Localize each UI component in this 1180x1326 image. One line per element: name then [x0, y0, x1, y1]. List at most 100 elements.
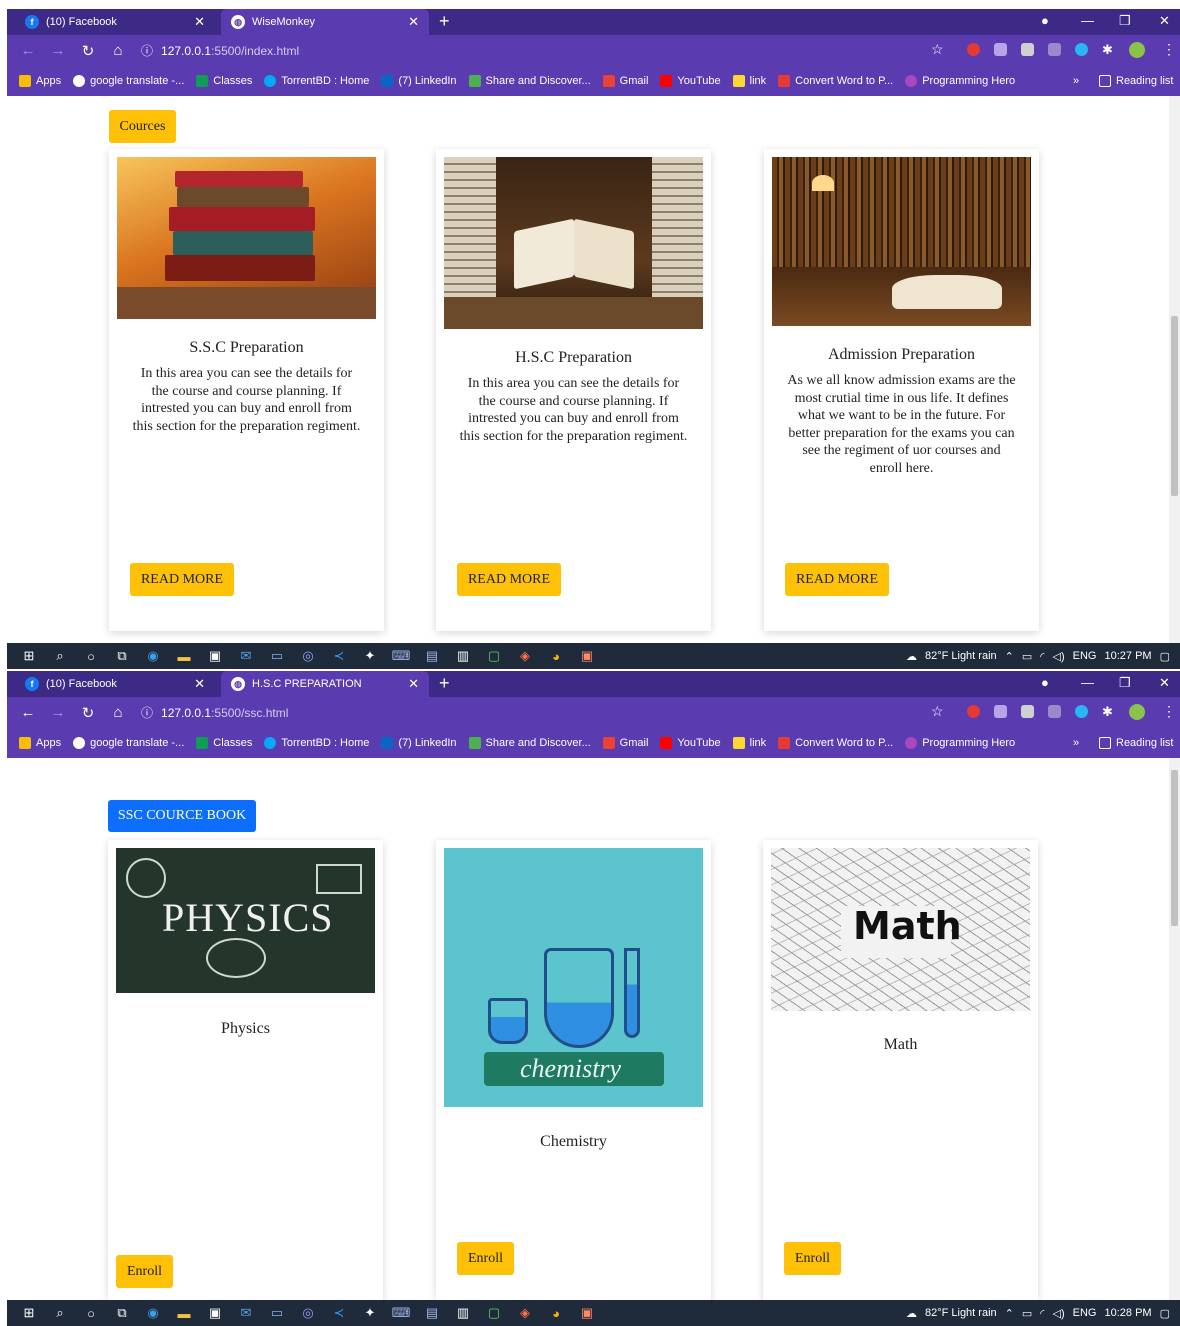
extension-icon[interactable]	[1048, 705, 1061, 718]
bookmarks-overflow-icon[interactable]: »	[1073, 75, 1079, 87]
app-icon[interactable]: ▢	[485, 648, 503, 664]
search-icon[interactable]: ⌕	[51, 648, 69, 664]
store-icon[interactable]: ▣	[206, 648, 224, 664]
bookmark-linkedin[interactable]: (7) LinkedIn	[381, 75, 457, 87]
bookmark-classes[interactable]: Classes	[196, 75, 252, 87]
close-icon[interactable]: ✕	[408, 676, 419, 692]
task-view-icon[interactable]: ⧉	[113, 648, 131, 664]
weather-text[interactable]: 82°F Light rain	[925, 650, 997, 662]
store-icon[interactable]: ▣	[206, 1305, 224, 1321]
courses-button[interactable]: Cources	[109, 110, 176, 143]
edge-icon[interactable]: ◉	[144, 1305, 162, 1321]
bookmark-torrentbd[interactable]: TorrentBD : Home	[264, 737, 369, 749]
windows-start-icon[interactable]: ⊞	[20, 1305, 38, 1321]
bookmark-torrentbd[interactable]: TorrentBD : Home	[264, 75, 369, 87]
bookmark-apps[interactable]: Apps	[19, 737, 61, 749]
clock[interactable]: 10:27 PM	[1105, 650, 1152, 662]
extension-icon[interactable]	[1075, 43, 1088, 56]
bookmark-linkedin[interactable]: (7) LinkedIn	[381, 737, 457, 749]
forward-icon[interactable]: →	[49, 42, 67, 59]
profile-dropdown-icon[interactable]: ●	[1041, 13, 1049, 28]
download-icon[interactable]	[994, 43, 1007, 56]
window-close-icon[interactable]: ✕	[1159, 675, 1170, 691]
edge-icon[interactable]: ◉	[144, 648, 162, 664]
extension-icon[interactable]	[967, 43, 980, 56]
read-more-button[interactable]: READ MORE	[785, 563, 889, 596]
language-indicator[interactable]: ENG	[1073, 650, 1097, 662]
enroll-button[interactable]: Enroll	[784, 1242, 841, 1275]
clock[interactable]: 10:28 PM	[1105, 1307, 1152, 1319]
back-icon[interactable]: ←	[19, 42, 37, 59]
bookmark-youtube[interactable]: YouTube	[660, 737, 721, 749]
notification-icon[interactable]: ▢	[1160, 650, 1170, 663]
app-icon[interactable]: ✦	[361, 648, 379, 664]
mail-icon[interactable]: ✉	[237, 648, 255, 664]
bookmark-share-discover[interactable]: Share and Discover...	[468, 737, 591, 749]
reload-icon[interactable]: ↻	[79, 704, 97, 722]
avatar[interactable]	[1129, 42, 1145, 58]
address-bar[interactable]: ⓘ 127.0.0.1:5500/index.html	[141, 42, 299, 59]
read-more-button[interactable]: READ MORE	[457, 563, 561, 596]
vscode-icon[interactable]: ≺	[330, 1305, 348, 1321]
new-tab-icon[interactable]: +	[439, 11, 450, 32]
minimize-icon[interactable]: —	[1081, 13, 1094, 28]
extension-icon[interactable]	[1021, 43, 1034, 56]
puzzle-icon[interactable]: ✱	[1102, 704, 1113, 720]
tab-wisemonkey[interactable]: ◍ WiseMonkey ✕	[221, 9, 429, 35]
tab-hsc-preparation[interactable]: ◍ H.S.C PREPARATION ✕	[221, 671, 429, 697]
bookmark-programming-hero[interactable]: Programming Hero	[905, 75, 1015, 87]
read-more-button[interactable]: READ MORE	[130, 563, 234, 596]
bookmark-gmail[interactable]: Gmail	[602, 75, 648, 87]
home-icon[interactable]: ⌂	[109, 42, 127, 59]
app-icon[interactable]: ▢	[485, 1305, 503, 1321]
bookmark-gmail[interactable]: Gmail	[602, 737, 648, 749]
keyboard-icon[interactable]: ⌨	[392, 1305, 411, 1321]
extension-icon[interactable]	[967, 705, 980, 718]
bookmark-convert-word[interactable]: Convert Word to P...	[778, 75, 893, 87]
star-icon[interactable]: ☆	[931, 41, 944, 58]
wifi-icon[interactable]: ◜	[1040, 1307, 1044, 1320]
language-indicator[interactable]: ENG	[1073, 1307, 1097, 1319]
app-icon[interactable]: ▣	[578, 648, 596, 664]
menu-icon[interactable]: ⋮	[1162, 703, 1176, 720]
extension-icon[interactable]	[1021, 705, 1034, 718]
puzzle-icon[interactable]: ✱	[1102, 42, 1113, 58]
chevron-up-icon[interactable]: ⌃	[1005, 1307, 1014, 1320]
enroll-button[interactable]: Enroll	[116, 1255, 173, 1288]
profile-dropdown-icon[interactable]: ●	[1041, 675, 1049, 690]
app-icon[interactable]: ▤	[423, 1305, 441, 1321]
windows-start-icon[interactable]: ⊞	[20, 648, 38, 664]
tab-facebook[interactable]: f (10) Facebook ✕	[15, 671, 215, 697]
close-icon[interactable]: ✕	[194, 676, 205, 692]
file-explorer-icon[interactable]: ▬	[175, 1305, 193, 1321]
scrollbar-thumb[interactable]	[1171, 316, 1178, 496]
search-icon[interactable]: ⌕	[51, 1305, 69, 1321]
battery-icon[interactable]: ▭	[1022, 650, 1032, 663]
volume-icon[interactable]: ◁)	[1053, 650, 1065, 663]
home-icon[interactable]: ⌂	[109, 704, 127, 721]
download-icon[interactable]	[994, 705, 1007, 718]
enroll-button[interactable]: Enroll	[457, 1242, 514, 1275]
cortana-icon[interactable]: ○	[82, 1305, 100, 1321]
keyboard-icon[interactable]: ⌨	[392, 648, 411, 664]
reading-list-button[interactable]: Reading list	[1099, 75, 1173, 87]
app-icon[interactable]: ▥	[454, 1305, 472, 1321]
bookmark-convert-word[interactable]: Convert Word to P...	[778, 737, 893, 749]
menu-icon[interactable]: ⋮	[1162, 41, 1176, 58]
bookmark-programming-hero[interactable]: Programming Hero	[905, 737, 1015, 749]
minimize-icon[interactable]: —	[1081, 675, 1094, 690]
volume-icon[interactable]: ◁)	[1053, 1307, 1065, 1320]
restore-icon[interactable]: ❐	[1119, 13, 1131, 29]
computer-icon[interactable]: ▭	[268, 1305, 286, 1321]
app-icon[interactable]: ✦	[361, 1305, 379, 1321]
app-icon[interactable]: ◈	[516, 1305, 534, 1321]
bookmark-google-translate[interactable]: google translate -...	[73, 737, 184, 749]
notification-icon[interactable]: ▢	[1160, 1307, 1170, 1320]
close-icon[interactable]: ✕	[408, 14, 419, 30]
chrome-icon[interactable]: ◕	[547, 648, 565, 664]
weather-text[interactable]: 82°F Light rain	[925, 1307, 997, 1319]
bookmark-google-translate[interactable]: google translate -...	[73, 75, 184, 87]
reload-icon[interactable]: ↻	[79, 42, 97, 60]
scrollbar[interactable]	[1169, 96, 1180, 643]
vscode-icon[interactable]: ≺	[330, 648, 348, 664]
